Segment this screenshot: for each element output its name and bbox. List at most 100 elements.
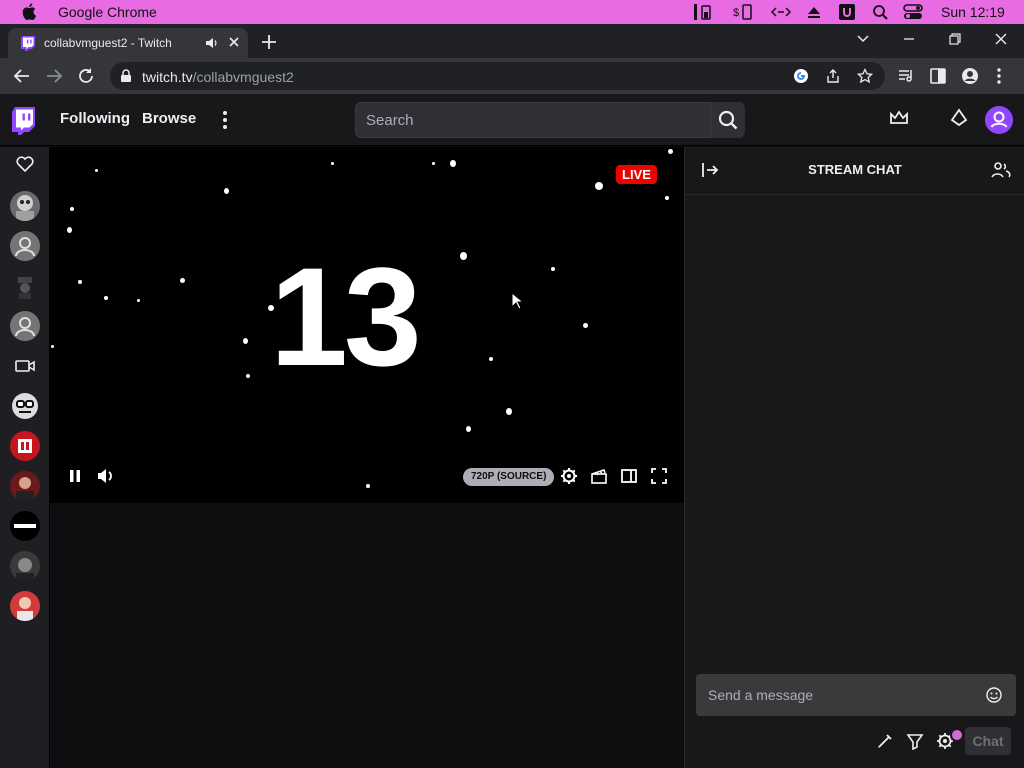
- back-arrow-icon[interactable]: [13, 67, 31, 85]
- browse-link[interactable]: Browse: [142, 110, 196, 127]
- u-app-icon[interactable]: [838, 3, 856, 21]
- video-camera-icon[interactable]: [10, 351, 40, 381]
- channel-avatar-red-logo[interactable]: [10, 431, 40, 461]
- chat-send-button[interactable]: Chat: [965, 727, 1011, 755]
- settings-gear-icon[interactable]: [560, 467, 578, 485]
- snowflake: [67, 227, 72, 233]
- browser-toolbar: twitch.tv/collabvmguest2: [0, 58, 1024, 94]
- lock-icon[interactable]: [120, 69, 132, 83]
- chat-message-input[interactable]: [696, 674, 976, 716]
- video-player[interactable]: 13 LIVE 720P (SOURCE): [50, 147, 684, 503]
- user-avatar[interactable]: [985, 106, 1013, 134]
- prime-crown-icon[interactable]: [889, 108, 909, 128]
- reading-list-icon[interactable]: [897, 67, 915, 85]
- browser-tab[interactable]: collabvmguest2 - Twitch: [8, 28, 248, 58]
- svg-text:$: $: [733, 7, 739, 19]
- eject-icon[interactable]: [806, 3, 822, 21]
- snowflake: [104, 296, 108, 300]
- chrome-menu-icon[interactable]: [995, 67, 1003, 85]
- channel-avatar-1[interactable]: [10, 191, 40, 221]
- search-box[interactable]: [355, 102, 711, 138]
- search-input[interactable]: [356, 103, 710, 137]
- forward-arrow-icon[interactable]: [45, 67, 63, 85]
- snowflake: [460, 252, 467, 260]
- pause-button-icon[interactable]: [66, 467, 84, 485]
- share-icon[interactable]: [825, 68, 841, 84]
- channel-avatar-3[interactable]: [10, 271, 40, 301]
- profile-icon[interactable]: [961, 67, 979, 85]
- live-badge: LIVE: [616, 165, 657, 184]
- phone-battery-icon[interactable]: $: [733, 3, 755, 21]
- browser-tab-strip: collabvmguest2 - Twitch: [0, 24, 1024, 58]
- snowflake: [366, 484, 370, 488]
- restore-window-icon[interactable]: [948, 32, 962, 46]
- chat-header: STREAM CHAT: [685, 147, 1024, 195]
- macos-menu-bar: Google Chrome $ Sun 12:19: [0, 0, 1024, 24]
- snowflake: [224, 188, 229, 194]
- more-options-icon[interactable]: [217, 110, 233, 130]
- bookmark-star-icon[interactable]: [857, 68, 873, 84]
- channel-avatar-6[interactable]: [10, 551, 40, 581]
- tab-close-icon[interactable]: [227, 35, 241, 49]
- followed-heart-icon[interactable]: [16, 156, 34, 172]
- twitch-favicon-icon: [20, 35, 36, 51]
- mouse-cursor-icon: [511, 292, 523, 310]
- close-window-icon[interactable]: [994, 32, 1008, 46]
- hype-chat-icon[interactable]: [906, 732, 924, 750]
- snowflake: [95, 169, 98, 172]
- tab-title: collabvmguest2 - Twitch: [44, 36, 172, 50]
- theatre-mode-icon[interactable]: [620, 467, 638, 485]
- apple-menu-icon[interactable]: [22, 3, 36, 20]
- menubar-clock[interactable]: Sun 12:19: [941, 4, 1005, 20]
- channel-avatar-gorilla[interactable]: [10, 391, 40, 421]
- url-text[interactable]: twitch.tv/collabvmguest2: [142, 69, 294, 85]
- twitch-logo-icon[interactable]: [12, 107, 38, 135]
- code-arrows-icon[interactable]: [770, 3, 792, 21]
- snowflake: [137, 299, 140, 302]
- following-link[interactable]: Following: [60, 110, 130, 127]
- twitch-top-nav: Following Browse: [0, 94, 1024, 146]
- snowflake: [331, 162, 334, 165]
- fullscreen-icon[interactable]: [650, 467, 668, 485]
- snowflake: [78, 280, 82, 284]
- community-users-icon[interactable]: [991, 161, 1011, 179]
- volume-icon[interactable]: [96, 467, 116, 485]
- channel-points-icon[interactable]: [876, 732, 894, 750]
- channel-avatar-2[interactable]: [10, 231, 40, 261]
- control-center-icon[interactable]: [903, 3, 923, 21]
- snowflake: [506, 408, 512, 415]
- clip-clapper-icon[interactable]: [590, 467, 608, 485]
- channel-avatar-7[interactable]: [10, 591, 40, 621]
- spotlight-search-icon[interactable]: [872, 3, 888, 21]
- quality-badge[interactable]: 720P (SOURCE): [463, 468, 555, 486]
- channel-avatar-4[interactable]: [10, 311, 40, 341]
- channel-avatar-call-of-duty[interactable]: [10, 511, 40, 541]
- get-bits-icon[interactable]: [949, 108, 969, 128]
- battery-icon[interactable]: [692, 3, 714, 21]
- notification-dot: [950, 728, 964, 742]
- emote-picker-icon[interactable]: [986, 687, 1002, 703]
- snowflake: [583, 323, 588, 328]
- side-panel-icon[interactable]: [929, 67, 947, 85]
- reload-icon[interactable]: [77, 67, 95, 85]
- snowflake: [432, 162, 435, 165]
- countdown-number: 13: [270, 238, 422, 395]
- minimize-window-icon[interactable]: [902, 32, 916, 46]
- channel-avatar-5[interactable]: [10, 471, 40, 501]
- address-bar[interactable]: twitch.tv/collabvmguest2: [110, 62, 885, 90]
- snowflake: [668, 149, 673, 154]
- chat-message-box[interactable]: [696, 674, 1016, 716]
- search-button[interactable]: [711, 102, 745, 138]
- snowflake: [489, 357, 493, 361]
- snowflake: [450, 160, 456, 167]
- active-app-name[interactable]: Google Chrome: [58, 4, 157, 20]
- followed-channels-sidebar: [0, 147, 50, 768]
- snowflake: [51, 345, 54, 348]
- tab-audio-icon[interactable]: [205, 36, 219, 50]
- snowflake: [665, 196, 669, 200]
- tab-search-chevron-icon[interactable]: [856, 32, 870, 46]
- google-lens-icon[interactable]: [793, 68, 809, 84]
- snowflake: [551, 267, 555, 271]
- channel-info-area: [50, 503, 684, 768]
- new-tab-icon[interactable]: [260, 33, 278, 51]
